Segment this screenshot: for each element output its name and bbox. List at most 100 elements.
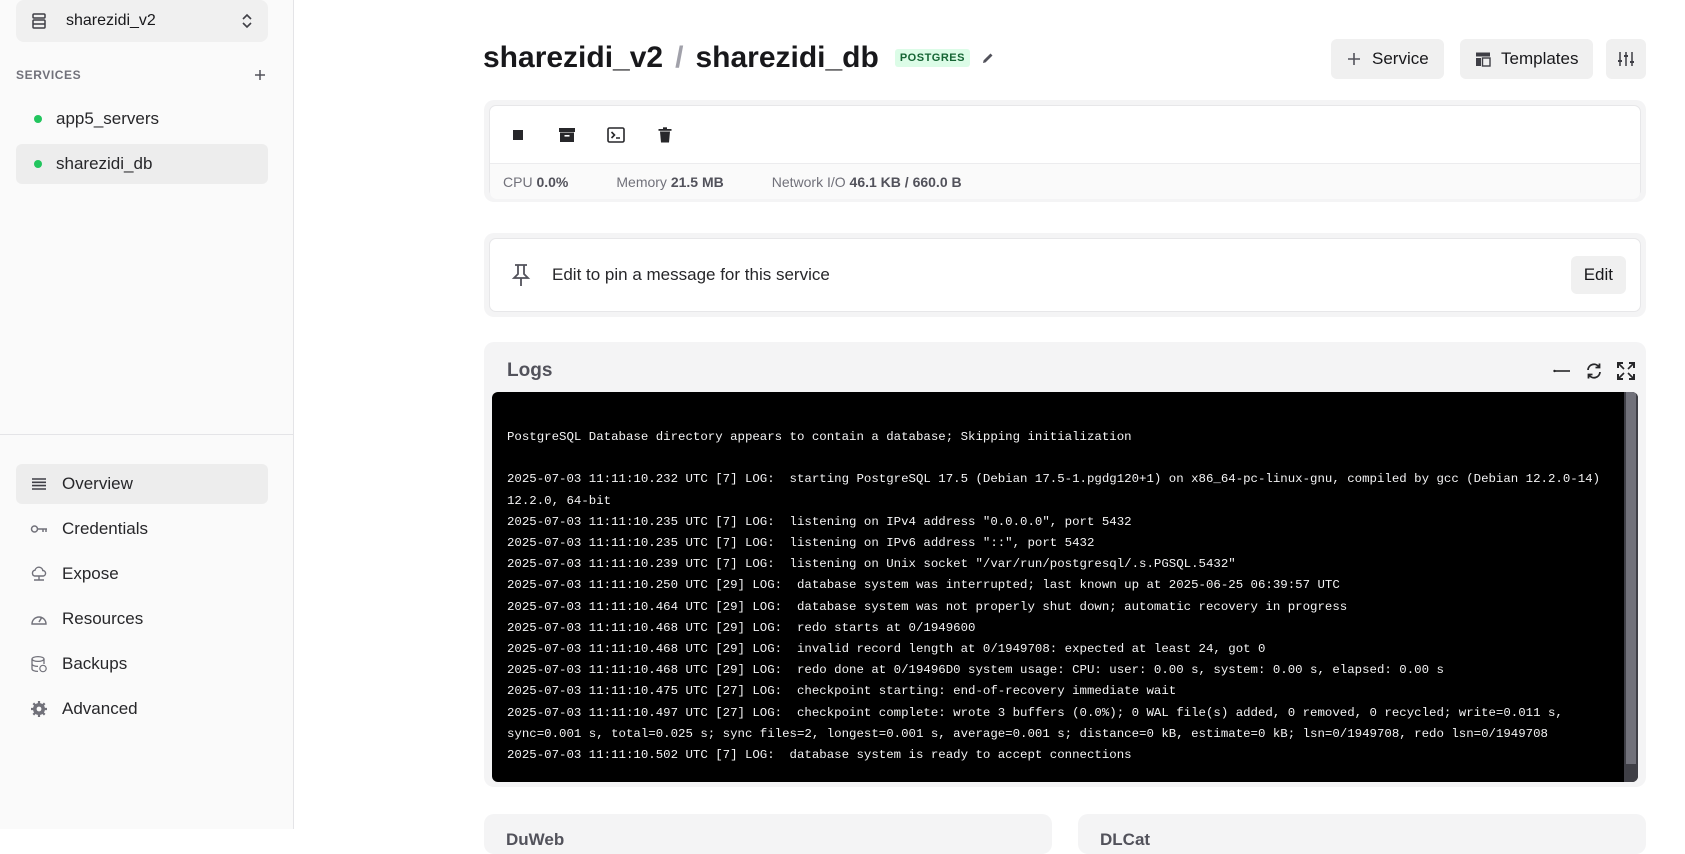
terminal-button[interactable] — [601, 120, 631, 150]
dash-icon — [1553, 369, 1570, 373]
settings-sliders-button[interactable] — [1606, 39, 1646, 79]
logs-title: Logs — [507, 360, 553, 381]
database-icon — [30, 655, 48, 673]
log-line: 2025-07-03 11:11:10.502 UTC [7] LOG: dat… — [507, 748, 1132, 763]
cpu-metric: CPU 0.0% — [503, 174, 568, 190]
memory-label: Memory — [616, 173, 667, 190]
sidebar: sharezidi_v2 SERVICES app5_servers share… — [0, 0, 294, 829]
nav-label: Credentials — [62, 519, 148, 538]
service-controls: CPU 0.0% Memory 21.5 MB Network I/O 46.1… — [489, 105, 1641, 199]
log-line: 2025-07-03 11:11:10.468 UTC [29] LOG: re… — [507, 663, 1444, 678]
service-type-badge: POSTGRES — [894, 49, 970, 67]
log-line: 2025-07-03 11:11:10.232 UTC [7] LOG: sta… — [507, 472, 1608, 508]
cpu-label: CPU — [503, 173, 533, 190]
status-dot — [34, 160, 42, 168]
logs-card: Logs PostgreSQL Database directory appea… — [484, 342, 1646, 787]
nav-expose[interactable]: Expose — [16, 554, 268, 594]
pin-message-card: Edit to pin a message for this service E… — [484, 233, 1646, 317]
log-line: 2025-07-03 11:11:10.468 UTC [29] LOG: in… — [507, 642, 1266, 657]
service-card-duweb[interactable]: DuWeb — [484, 814, 1052, 854]
log-scrollbar[interactable] — [1624, 392, 1638, 782]
project-name: sharezidi_v2 — [66, 12, 156, 29]
list-icon — [30, 475, 48, 493]
log-lines: PostgreSQL Database directory appears to… — [507, 427, 1619, 766]
nav-label: Overview — [62, 474, 133, 493]
log-line: 2025-07-03 11:11:10.475 UTC [27] LOG: ch… — [507, 684, 1177, 699]
add-service-button[interactable]: Service — [1331, 39, 1444, 79]
stop-icon — [513, 130, 523, 140]
log-terminal[interactable]: PostgreSQL Database directory appears to… — [492, 392, 1638, 782]
memory-value: 21.5 MB — [670, 173, 724, 190]
log-line: 2025-07-03 11:11:10.468 UTC [29] LOG: re… — [507, 620, 976, 635]
nav-backups[interactable]: Backups — [16, 644, 268, 684]
nav-overview[interactable]: Overview — [16, 464, 268, 504]
nav-label: Resources — [62, 609, 144, 628]
service-name: app5_servers — [56, 109, 160, 128]
service-name: sharezidi_db — [56, 154, 153, 173]
resource-metrics: CPU 0.0% Memory 21.5 MB Network I/O 46.1… — [490, 163, 1640, 199]
log-line: 2025-07-03 11:11:10.235 UTC [7] LOG: lis… — [507, 514, 1132, 529]
templates-label: Templates — [1501, 49, 1579, 68]
nav-label: Backups — [62, 654, 128, 673]
stop-button[interactable] — [503, 120, 533, 150]
project-switcher[interactable]: sharezidi_v2 — [16, 0, 268, 42]
archive-button[interactable] — [552, 120, 582, 150]
breadcrumb-service: sharezidi_db — [695, 41, 879, 74]
archive-icon — [559, 128, 575, 142]
trash-icon — [658, 127, 672, 143]
card-title: DLCat — [1100, 830, 1151, 849]
refresh-icon — [1587, 363, 1601, 379]
refresh-logs-button[interactable] — [1583, 360, 1605, 382]
gauge-icon — [30, 610, 48, 628]
log-line: 2025-07-03 11:11:10.239 UTC [7] LOG: lis… — [507, 557, 1236, 572]
collapse-logs-button[interactable] — [1551, 360, 1573, 382]
pin-message: Edit to pin a message for this service E… — [489, 238, 1641, 312]
status-dot — [34, 115, 42, 123]
expand-icon — [1617, 362, 1635, 380]
log-line: PostgreSQL Database directory appears to… — [507, 430, 1132, 444]
log-line: 2025-07-03 11:11:10.250 UTC [29] LOG: da… — [507, 578, 1340, 593]
service-card-dlcat[interactable]: DLCat — [1078, 814, 1646, 854]
nav-advanced[interactable]: Advanced — [16, 689, 268, 729]
network-value: 46.1 KB / 660.0 B — [849, 173, 962, 190]
page-title: sharezidi_v2 / sharezidi_db POSTGRES — [483, 36, 996, 80]
chevron-up-down-icon — [242, 13, 252, 29]
pin-icon — [511, 264, 531, 286]
network-metric: Network I/O 46.1 KB / 660.0 B — [772, 174, 962, 190]
sliders-icon — [1618, 52, 1634, 66]
pencil-icon[interactable] — [980, 50, 996, 66]
sidebar-service-sharezidi-db[interactable]: sharezidi_db — [16, 144, 268, 184]
sidebar-divider — [0, 434, 294, 435]
terminal-icon — [607, 127, 625, 143]
card-title: DuWeb — [506, 830, 565, 849]
log-line: 2025-07-03 11:11:10.235 UTC [7] LOG: lis… — [507, 536, 1095, 550]
template-icon — [1476, 52, 1491, 67]
sidebar-service-app5-servers[interactable]: app5_servers — [16, 99, 268, 139]
breadcrumb-separator: / — [675, 41, 684, 74]
log-line: 2025-07-03 11:11:10.464 UTC [29] LOG: da… — [507, 599, 1348, 614]
memory-metric: Memory 21.5 MB — [616, 174, 723, 190]
plus-icon — [1348, 53, 1360, 65]
breadcrumb-project[interactable]: sharezidi_v2 — [483, 41, 663, 75]
key-icon — [30, 520, 48, 538]
nav-resources[interactable]: Resources — [16, 599, 268, 639]
log-line: 2025-07-03 11:11:10.497 UTC [27] LOG: ch… — [507, 705, 1571, 741]
service-controls-card: CPU 0.0% Memory 21.5 MB Network I/O 46.1… — [484, 100, 1646, 202]
pin-message-text: Edit to pin a message for this service — [552, 265, 830, 284]
nav-label: Expose — [62, 564, 119, 583]
edit-pin-button[interactable]: Edit — [1570, 256, 1626, 294]
templates-button[interactable]: Templates — [1460, 39, 1594, 79]
log-scrollbar-thumb[interactable] — [1626, 392, 1636, 764]
add-service-icon[interactable] — [252, 67, 268, 83]
cloud-icon — [30, 565, 48, 583]
nav-label: Advanced — [62, 699, 138, 718]
fullscreen-logs-button[interactable] — [1615, 360, 1637, 382]
services-header: SERVICES — [16, 66, 268, 84]
services-label: SERVICES — [16, 68, 82, 82]
add-service-label: Service — [1372, 49, 1429, 68]
nav-credentials[interactable]: Credentials — [16, 509, 268, 549]
gear-icon — [30, 700, 48, 718]
delete-button[interactable] — [650, 120, 680, 150]
network-label: Network I/O — [771, 173, 846, 190]
